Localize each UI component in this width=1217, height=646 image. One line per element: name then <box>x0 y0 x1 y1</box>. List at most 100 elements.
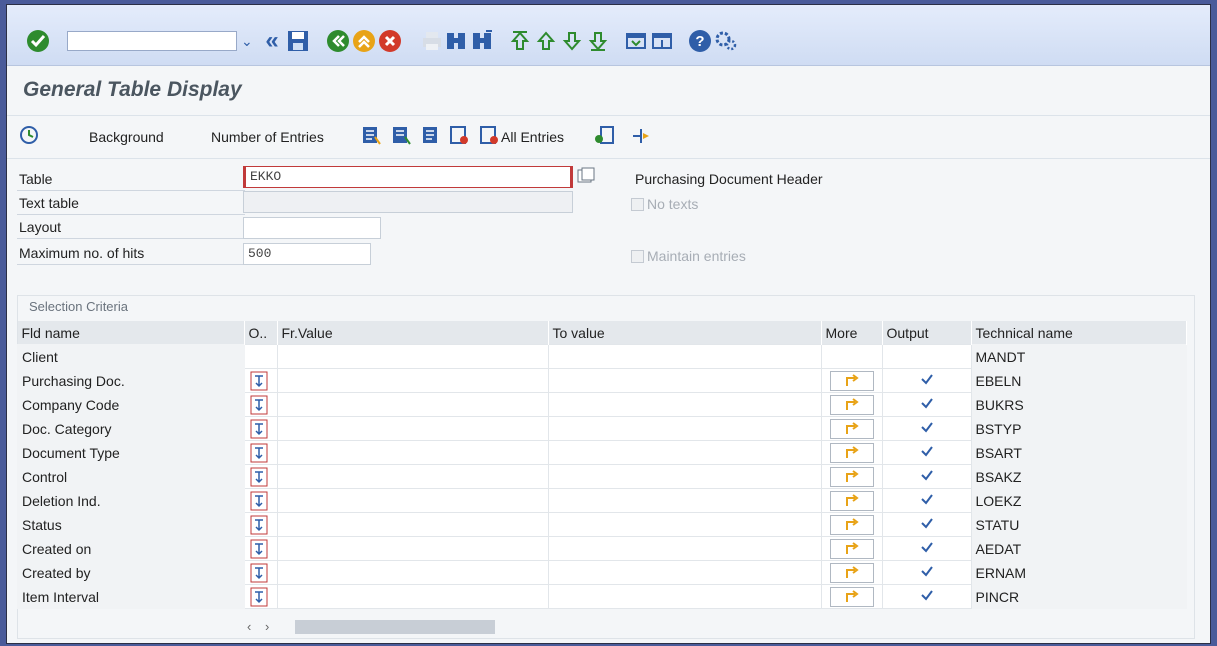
from-value-input[interactable] <box>276 392 549 417</box>
command-history-dropdown-icon[interactable]: ⌄ <box>241 33 253 50</box>
to-value-input[interactable] <box>547 536 822 561</box>
to-value-input[interactable] <box>547 488 822 513</box>
multiple-selection-button[interactable] <box>829 562 874 583</box>
execute-clock-icon[interactable] <box>19 125 39 147</box>
output-checkbox[interactable] <box>920 541 934 557</box>
scroll-right-icon[interactable]: › <box>265 619 269 634</box>
multiple-selection-button[interactable] <box>829 538 874 559</box>
cancel-icon[interactable] <box>377 28 403 54</box>
multiple-selection-button[interactable] <box>829 586 874 607</box>
previous-page-icon[interactable] <box>533 28 559 54</box>
to-value-input[interactable] <box>547 464 822 489</box>
deselect-all-icon[interactable] <box>421 125 441 147</box>
layout-input[interactable] <box>243 217 381 239</box>
settings-arrow-icon[interactable] <box>629 125 649 147</box>
help-icon[interactable]: ? <box>687 28 713 54</box>
create-session-icon[interactable] <box>623 28 649 54</box>
selection-option-icon[interactable] <box>249 587 271 607</box>
exit-icon[interactable] <box>351 28 377 54</box>
output-checkbox[interactable] <box>920 445 934 461</box>
customize-layout-icon[interactable] <box>713 28 739 54</box>
multiple-selection-button[interactable] <box>829 442 874 463</box>
background-button[interactable]: Background <box>89 129 164 145</box>
save-icon[interactable] <box>285 28 311 54</box>
value-help-icon[interactable] <box>577 167 597 187</box>
to-value-input[interactable] <box>547 512 822 537</box>
find-icon[interactable] <box>443 28 469 54</box>
more-cell[interactable] <box>820 416 883 441</box>
option-cell[interactable] <box>243 392 278 417</box>
multiple-selection-button[interactable] <box>829 466 874 487</box>
selection-option-icon[interactable] <box>249 491 271 511</box>
selection-option-icon[interactable] <box>249 563 271 583</box>
from-value-input[interactable] <box>276 488 549 513</box>
option-cell[interactable] <box>243 368 278 393</box>
output-checkbox[interactable] <box>920 421 934 437</box>
selection-option-icon[interactable] <box>249 467 271 487</box>
output-cell[interactable] <box>881 560 972 585</box>
output-cell[interactable] <box>881 440 972 465</box>
output-checkbox[interactable] <box>920 589 934 605</box>
output-cell[interactable] <box>881 536 972 561</box>
horizontal-scrollbar[interactable]: ‹ › <box>247 617 497 637</box>
output-checkbox[interactable] <box>920 517 934 533</box>
first-page-icon[interactable] <box>507 28 533 54</box>
output-checkbox[interactable] <box>920 397 934 413</box>
to-value-input[interactable] <box>547 392 822 417</box>
output-checkbox[interactable] <box>920 373 934 389</box>
output-cell[interactable] <box>881 464 972 489</box>
enter-check-icon[interactable] <box>25 28 51 54</box>
from-value-input[interactable] <box>276 560 549 585</box>
option-cell[interactable] <box>243 536 278 561</box>
from-value-input[interactable] <box>276 344 549 369</box>
from-value-input[interactable] <box>276 368 549 393</box>
output-cell[interactable] <box>881 416 972 441</box>
from-value-input[interactable] <box>276 440 549 465</box>
selection-option-icon[interactable] <box>249 443 271 463</box>
output-checkbox[interactable] <box>920 469 934 485</box>
option-cell[interactable] <box>243 416 278 441</box>
select-block-icon[interactable] <box>391 125 411 147</box>
to-value-input[interactable] <box>547 368 822 393</box>
scroll-left-icon[interactable]: ‹ <box>247 619 251 634</box>
command-field[interactable] <box>67 31 237 51</box>
all-entries-icon[interactable] <box>479 125 499 147</box>
output-cell[interactable] <box>881 368 972 393</box>
from-value-input[interactable] <box>276 464 549 489</box>
selection-option-icon[interactable] <box>249 395 271 415</box>
find-next-icon[interactable] <box>469 28 495 54</box>
from-value-input[interactable] <box>276 512 549 537</box>
more-cell[interactable] <box>820 392 883 417</box>
more-cell[interactable] <box>820 584 883 609</box>
multiple-selection-button[interactable] <box>829 514 874 535</box>
selection-option-icon[interactable] <box>249 371 271 391</box>
shortcut-icon[interactable] <box>649 28 675 54</box>
from-value-input[interactable] <box>276 536 549 561</box>
option-cell[interactable] <box>243 440 278 465</box>
selection-option-icon[interactable] <box>249 515 271 535</box>
more-cell[interactable] <box>820 536 883 561</box>
option-cell[interactable] <box>243 512 278 537</box>
delete-selection-icon[interactable] <box>449 125 469 147</box>
all-entries-button[interactable]: All Entries <box>501 129 564 145</box>
output-checkbox[interactable] <box>920 565 934 581</box>
to-value-input[interactable] <box>547 416 822 441</box>
option-cell[interactable] <box>243 560 278 585</box>
back-icon[interactable] <box>325 28 351 54</box>
to-value-input[interactable] <box>547 584 822 609</box>
from-value-input[interactable] <box>276 416 549 441</box>
multiple-selection-button[interactable] <box>829 418 874 439</box>
next-page-icon[interactable] <box>559 28 585 54</box>
output-checkbox[interactable] <box>920 493 934 509</box>
output-cell[interactable] <box>881 512 972 537</box>
more-cell[interactable] <box>820 488 883 513</box>
selection-option-icon[interactable] <box>249 419 271 439</box>
collapse-arrows-icon[interactable]: « <box>259 27 285 54</box>
more-cell[interactable] <box>820 368 883 393</box>
last-page-icon[interactable] <box>585 28 611 54</box>
output-cell[interactable] <box>881 392 972 417</box>
scroll-thumb[interactable] <box>295 620 495 634</box>
multiple-selection-button[interactable] <box>829 490 874 511</box>
more-cell[interactable] <box>820 512 883 537</box>
option-cell[interactable] <box>243 488 278 513</box>
